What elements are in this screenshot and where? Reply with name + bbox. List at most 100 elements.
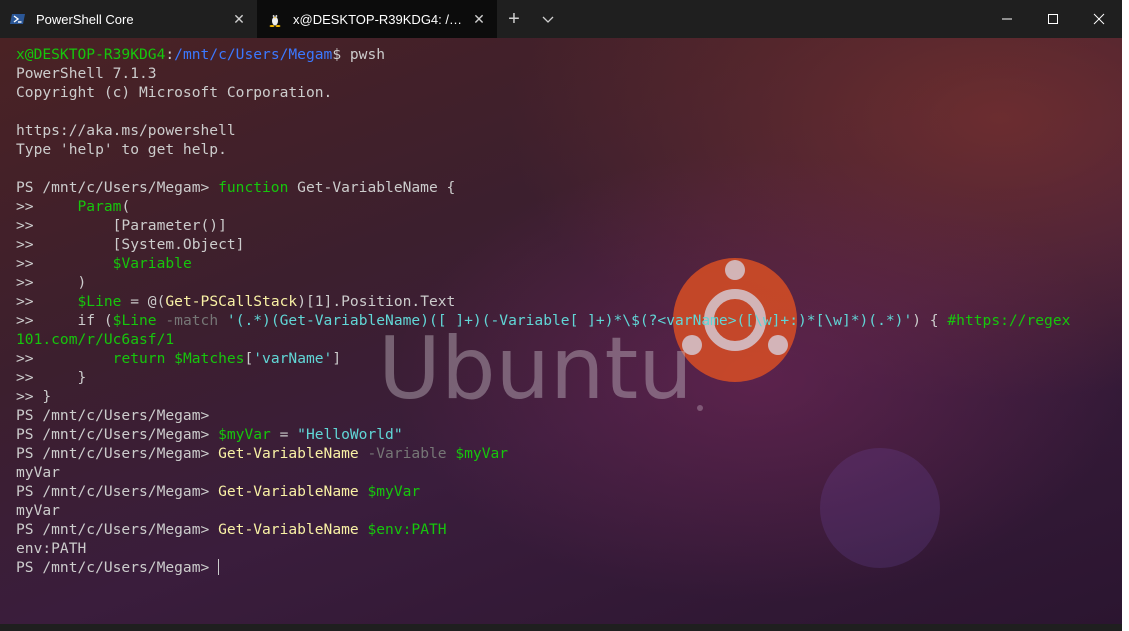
chevron-down-icon [542, 16, 554, 23]
terminal-line: 101.com/r/Uc6asf/1 [16, 330, 1070, 349]
terminal-line: Copyright (c) Microsoft Corporation. [16, 83, 1070, 102]
terminal-text-segment: ) { [912, 312, 948, 329]
terminal-text-segment: PS /mnt/c/Users/Megam> [16, 179, 219, 196]
title-bar[interactable]: PowerShell Core ✕ x@DESKTOP-R39KDG4: /mn… [0, 0, 1122, 38]
terminal-text-segment: >> } [16, 388, 52, 405]
terminal-text-segment: $myVar [218, 426, 271, 443]
terminal-line: PS /mnt/c/Users/Megam> Get-VariableName … [16, 482, 1070, 501]
terminal-text-segment: >> [16, 350, 113, 367]
close-button[interactable] [1076, 0, 1122, 38]
terminal-text-segment: #https://regex [947, 312, 1071, 329]
terminal-output[interactable]: x@DESKTOP-R39KDG4:/mnt/c/Users/Megam$ pw… [16, 45, 1070, 577]
terminal-text-segment: ( [121, 198, 131, 215]
terminal-text-segment: Type 'help' to get help. [16, 141, 227, 158]
terminal-text-segment: x@DESKTOP-R39KDG4 [16, 46, 166, 63]
terminal-text-segment: PS /mnt/c/Users/Megam> [16, 521, 219, 538]
terminal-text-segment: = @( [121, 293, 166, 310]
maximize-button[interactable] [1030, 0, 1076, 38]
terminal-text-segment: Get-VariableName { [288, 179, 456, 196]
terminal-text-segment: PS /mnt/c/Users/Megam> [16, 559, 219, 576]
terminal-text-segment: PS /mnt/c/Users/Megam> [16, 445, 219, 462]
terminal-text-segment: Param [77, 198, 122, 215]
minimize-button[interactable] [984, 0, 1030, 38]
tab-title: x@DESKTOP-R39KDG4: /mnt/c/ [293, 11, 465, 27]
terminal-text-segment: = [270, 426, 298, 443]
terminal-text-segment: $Matches [174, 350, 245, 367]
terminal-text-segment: -Variable [367, 445, 447, 462]
terminal-text-segment: env:PATH [16, 540, 87, 557]
terminal-line: Type 'help' to get help. [16, 140, 1070, 159]
tab-title: PowerShell Core [36, 11, 134, 27]
terminal-line: >> return $Matches['varName'] [16, 349, 1070, 368]
terminal-line: PS /mnt/c/Users/Megam> [16, 406, 1070, 425]
text-cursor [218, 559, 220, 575]
terminal-line: PS /mnt/c/Users/Megam> function Get-Vari… [16, 178, 1070, 197]
caption-buttons [984, 0, 1122, 38]
terminal-line: >> } [16, 368, 1070, 387]
minimize-icon [1002, 18, 1012, 20]
terminal-text-segment: Copyright (c) Microsoft Corporation. [16, 84, 333, 101]
terminal-text-segment: /mnt/c/Users/Megam [174, 46, 333, 63]
terminal-line: x@DESKTOP-R39KDG4:/mnt/c/Users/Megam$ pw… [16, 45, 1070, 64]
tab-powershell-core[interactable]: PowerShell Core ✕ [0, 0, 257, 38]
terminal-line: >> $Variable [16, 254, 1070, 273]
background-window-edge [1122, 0, 1129, 631]
terminal-text-segment: $myVar [367, 483, 421, 500]
terminal-text-segment: Get-VariableName [218, 483, 359, 500]
terminal-text-segment: $Variable [112, 255, 192, 272]
tab-dropdown-button[interactable] [531, 0, 565, 38]
terminal-text-segment: PS /mnt/c/Users/Megam> [16, 483, 219, 500]
terminal-text-segment: https://aka.ms/powershell [16, 122, 236, 139]
terminal-text-segment: >> } [16, 369, 87, 386]
terminal-line: PowerShell 7.1.3 [16, 64, 1070, 83]
terminal-text-segment: $Line [77, 293, 122, 310]
terminal-text-segment: '(.*)(Get-VariableName)([ ]+)(-Variable[… [226, 312, 913, 329]
terminal-text-segment: >> [Parameter()] [16, 217, 227, 234]
terminal-text-segment: [ [244, 350, 254, 367]
terminal-text-segment: "HelloWorld" [297, 426, 403, 443]
terminal-window: PowerShell Core ✕ x@DESKTOP-R39KDG4: /mn… [0, 0, 1122, 631]
terminal-line: PS /mnt/c/Users/Megam> Get-VariableName … [16, 520, 1070, 539]
terminal-text-segment: ] [332, 350, 342, 367]
terminal-text-segment: )[1].Position.Text [297, 293, 456, 310]
terminal-text-segment: 101.com/r/Uc6asf/1 [16, 331, 175, 348]
terminal-text-segment: >> [16, 255, 113, 272]
tab-wsl-ubuntu[interactable]: x@DESKTOP-R39KDG4: /mnt/c/ ✕ [257, 0, 497, 38]
terminal-line: >> [System.Object] [16, 235, 1070, 254]
window-bottom-border [0, 624, 1122, 631]
terminal-line: myVar [16, 463, 1070, 482]
new-tab-button[interactable]: + [497, 0, 531, 38]
terminal-text-segment: function [218, 179, 289, 196]
maximize-icon [1048, 14, 1058, 24]
terminal-text-segment: >> ) [16, 274, 87, 291]
close-icon [1093, 13, 1105, 25]
linux-tux-icon [269, 14, 281, 27]
terminal-text-segment: $ pwsh [332, 46, 386, 63]
terminal-line: env:PATH [16, 539, 1070, 558]
terminal-text-segment: $env:PATH [367, 521, 447, 538]
terminal-text-segment: PowerShell 7.1.3 [16, 65, 157, 82]
terminal-text-segment: Get-VariableName [218, 445, 359, 462]
terminal-line: PS /mnt/c/Users/Megam> Get-VariableName … [16, 444, 1070, 463]
terminal-text-segment: 'varName' [253, 350, 333, 367]
terminal-text-segment: >> if ( [16, 312, 113, 329]
terminal-text-segment: myVar [16, 502, 60, 519]
terminal-text-segment: PS /mnt/c/Users/Megam> [16, 426, 219, 443]
terminal-text-segment: return [112, 350, 166, 367]
terminal-text-segment: Get-PSCallStack [165, 293, 298, 310]
tab-close-icon[interactable]: ✕ [471, 11, 487, 27]
tab-close-icon[interactable]: ✕ [231, 11, 247, 27]
terminal-line: PS /mnt/c/Users/Megam> $myVar = "HelloWo… [16, 425, 1070, 444]
terminal-pane[interactable]: Ubuntu x@DESKTOP-R39KDG4:/mnt/c/Users/Me… [0, 38, 1122, 624]
terminal-line: >> if ($Line -match '(.*)(Get-VariableNa… [16, 311, 1070, 330]
terminal-line: >> $Line = @(Get-PSCallStack)[1].Positio… [16, 292, 1070, 311]
terminal-line: PS /mnt/c/Users/Megam> [16, 558, 1070, 577]
terminal-text-segment: $Line [112, 312, 157, 329]
terminal-text-segment: $myVar [455, 445, 509, 462]
terminal-text-segment: >> [16, 293, 78, 310]
terminal-line: https://aka.ms/powershell [16, 121, 1070, 140]
